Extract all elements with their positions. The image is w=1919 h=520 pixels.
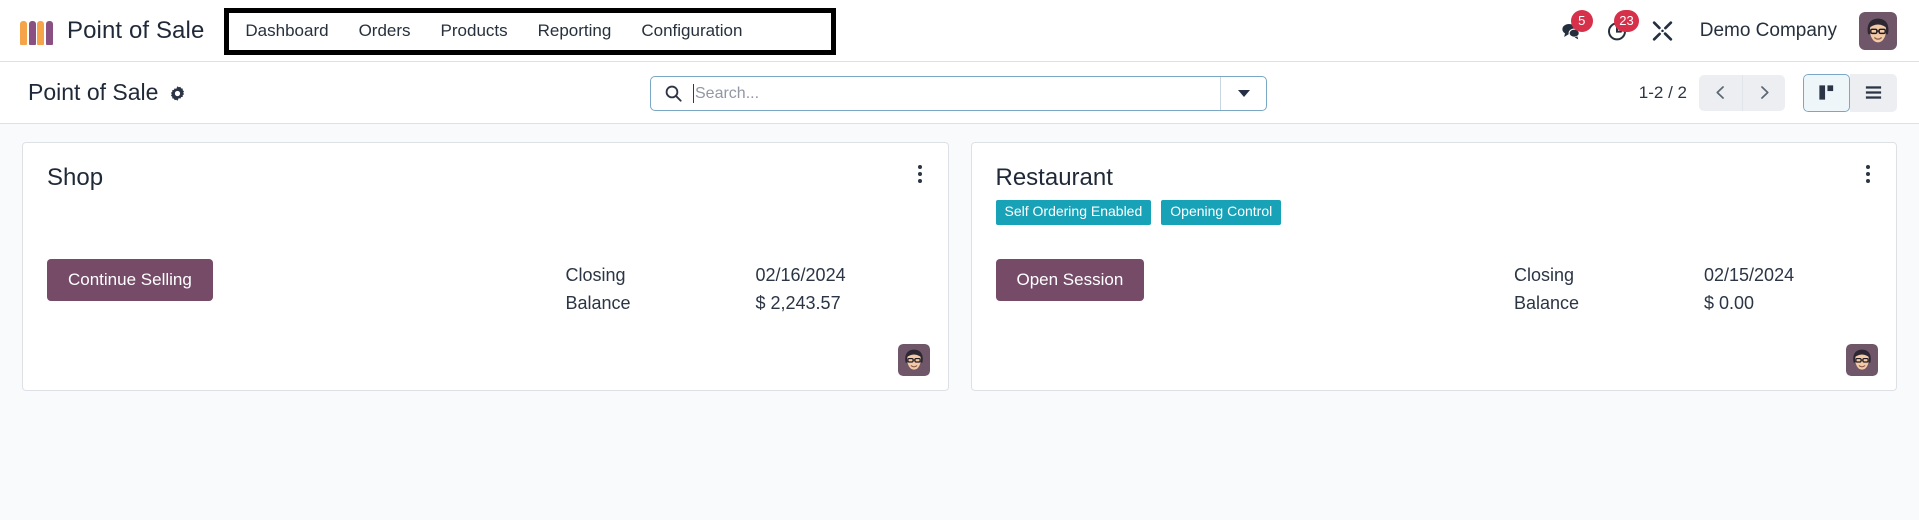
card-menu-button[interactable]: [908, 161, 932, 187]
messages-button[interactable]: 5: [1548, 8, 1594, 54]
card-stats-values: 02/15/2024 $ 0.00: [1704, 263, 1874, 316]
gear-glyph-icon: [171, 86, 185, 101]
card-body: Open Session Closing Balance 02/15/2024 …: [995, 259, 1875, 316]
pager-counter[interactable]: 1-2 / 2: [1639, 83, 1687, 103]
avatar-illustration-icon: [897, 344, 930, 376]
brand-name: Point of Sale: [67, 16, 205, 44]
avatar-illustration-icon: [1859, 11, 1897, 50]
page-title: Point of Sale: [28, 79, 159, 105]
search-input[interactable]: Search...: [693, 77, 1220, 110]
list-view-icon: [1865, 86, 1882, 99]
activities-button[interactable]: 23: [1594, 8, 1640, 54]
control-panel-right: 1-2 / 2: [1639, 73, 1897, 112]
magnifier-glyph-icon: [665, 85, 682, 102]
pos-bags-logo-icon: [20, 17, 54, 45]
balance-amount-value: $ 0.00: [1704, 293, 1755, 314]
card-menu-button[interactable]: [1856, 161, 1880, 187]
text-cursor: [693, 84, 694, 103]
kanban-view-icon: [1819, 85, 1834, 100]
open-session-button[interactable]: Open Session: [995, 259, 1145, 301]
balance-label: Balance: [1514, 293, 1580, 314]
activities-badge: 23: [1614, 9, 1639, 32]
search-placeholder: Search...: [695, 84, 760, 102]
user-avatar[interactable]: [1859, 11, 1897, 50]
view-switcher: [1803, 73, 1897, 112]
wrench-screwdriver-icon: [1653, 21, 1673, 41]
chevron-left-icon: [1716, 86, 1724, 99]
continue-selling-button[interactable]: Continue Selling: [47, 259, 213, 301]
menu-item-reporting[interactable]: Reporting: [523, 14, 627, 48]
card-stats: Closing Balance 02/16/2024 $ 2,243.57: [566, 259, 926, 316]
avatar-illustration-icon: [1846, 344, 1878, 376]
card-badges: Self Ordering Enabled Opening Control: [995, 200, 1875, 225]
search-dropdown-toggle[interactable]: [1220, 77, 1266, 110]
control-panel: Point of Sale Search... 1-2 / 2: [0, 62, 1919, 124]
company-switcher[interactable]: Demo Company: [1686, 14, 1849, 48]
card-body: Continue Selling Closing Balance 02/16/2…: [47, 259, 926, 316]
main-menu: Dashboard Orders Products Reporting Conf…: [230, 14, 757, 48]
searchview[interactable]: Search...: [650, 76, 1267, 111]
menu-item-dashboard[interactable]: Dashboard: [230, 14, 343, 48]
kanban-card-shop[interactable]: Shop Continue Selling Closing Balance 02…: [22, 142, 949, 391]
card-stats-values: 02/16/2024 $ 2,243.57: [756, 263, 926, 316]
debug-tools-button[interactable]: [1640, 8, 1686, 54]
card-stats-labels: Closing Balance: [566, 263, 756, 316]
card-responsible-avatar[interactable]: [1846, 344, 1878, 376]
navbar-systray: 5 23 Demo Company: [1548, 8, 1897, 54]
breadcrumb: Point of Sale: [28, 79, 186, 106]
closing-date-value: 02/16/2024: [755, 265, 846, 285]
card-stats-labels: Closing Balance: [1514, 263, 1704, 316]
search-icon: [651, 77, 693, 110]
menu-item-orders[interactable]: Orders: [344, 14, 426, 48]
card-stats: Closing Balance 02/15/2024 $ 0.00: [1514, 259, 1874, 316]
gear-icon[interactable]: [169, 85, 186, 102]
brand-home-link[interactable]: Point of Sale: [20, 17, 204, 45]
badge-self-ordering-enabled: Self Ordering Enabled: [995, 200, 1152, 225]
menu-item-configuration[interactable]: Configuration: [626, 14, 757, 48]
balance-label: Balance: [565, 293, 631, 314]
view-switcher-list[interactable]: [1850, 73, 1897, 112]
badge-opening-control: Opening Control: [1161, 200, 1282, 225]
chevron-right-icon: [1760, 86, 1769, 99]
pager-previous-button[interactable]: [1699, 74, 1742, 111]
pager-next-button[interactable]: [1742, 74, 1785, 111]
view-switcher-kanban[interactable]: [1803, 73, 1850, 112]
closing-label: Closing: [565, 265, 626, 285]
chevron-down-icon: [1237, 90, 1250, 97]
closing-date-value: 02/15/2024: [1704, 265, 1795, 285]
card-title: Restaurant: [995, 164, 1113, 191]
menu-item-products[interactable]: Products: [426, 14, 523, 48]
messages-badge: 5: [1570, 9, 1593, 32]
kanban-card-restaurant[interactable]: Restaurant Self Ordering Enabled Opening…: [970, 142, 1897, 391]
card-title: Shop: [47, 164, 104, 191]
top-navbar: Point of Sale Dashboard Orders Products …: [0, 0, 1919, 62]
balance-amount-value: $ 2,243.57: [755, 293, 841, 314]
kanban-content: Shop Continue Selling Closing Balance 02…: [0, 124, 1919, 520]
closing-label: Closing: [1514, 265, 1575, 285]
card-responsible-avatar[interactable]: [897, 344, 930, 376]
